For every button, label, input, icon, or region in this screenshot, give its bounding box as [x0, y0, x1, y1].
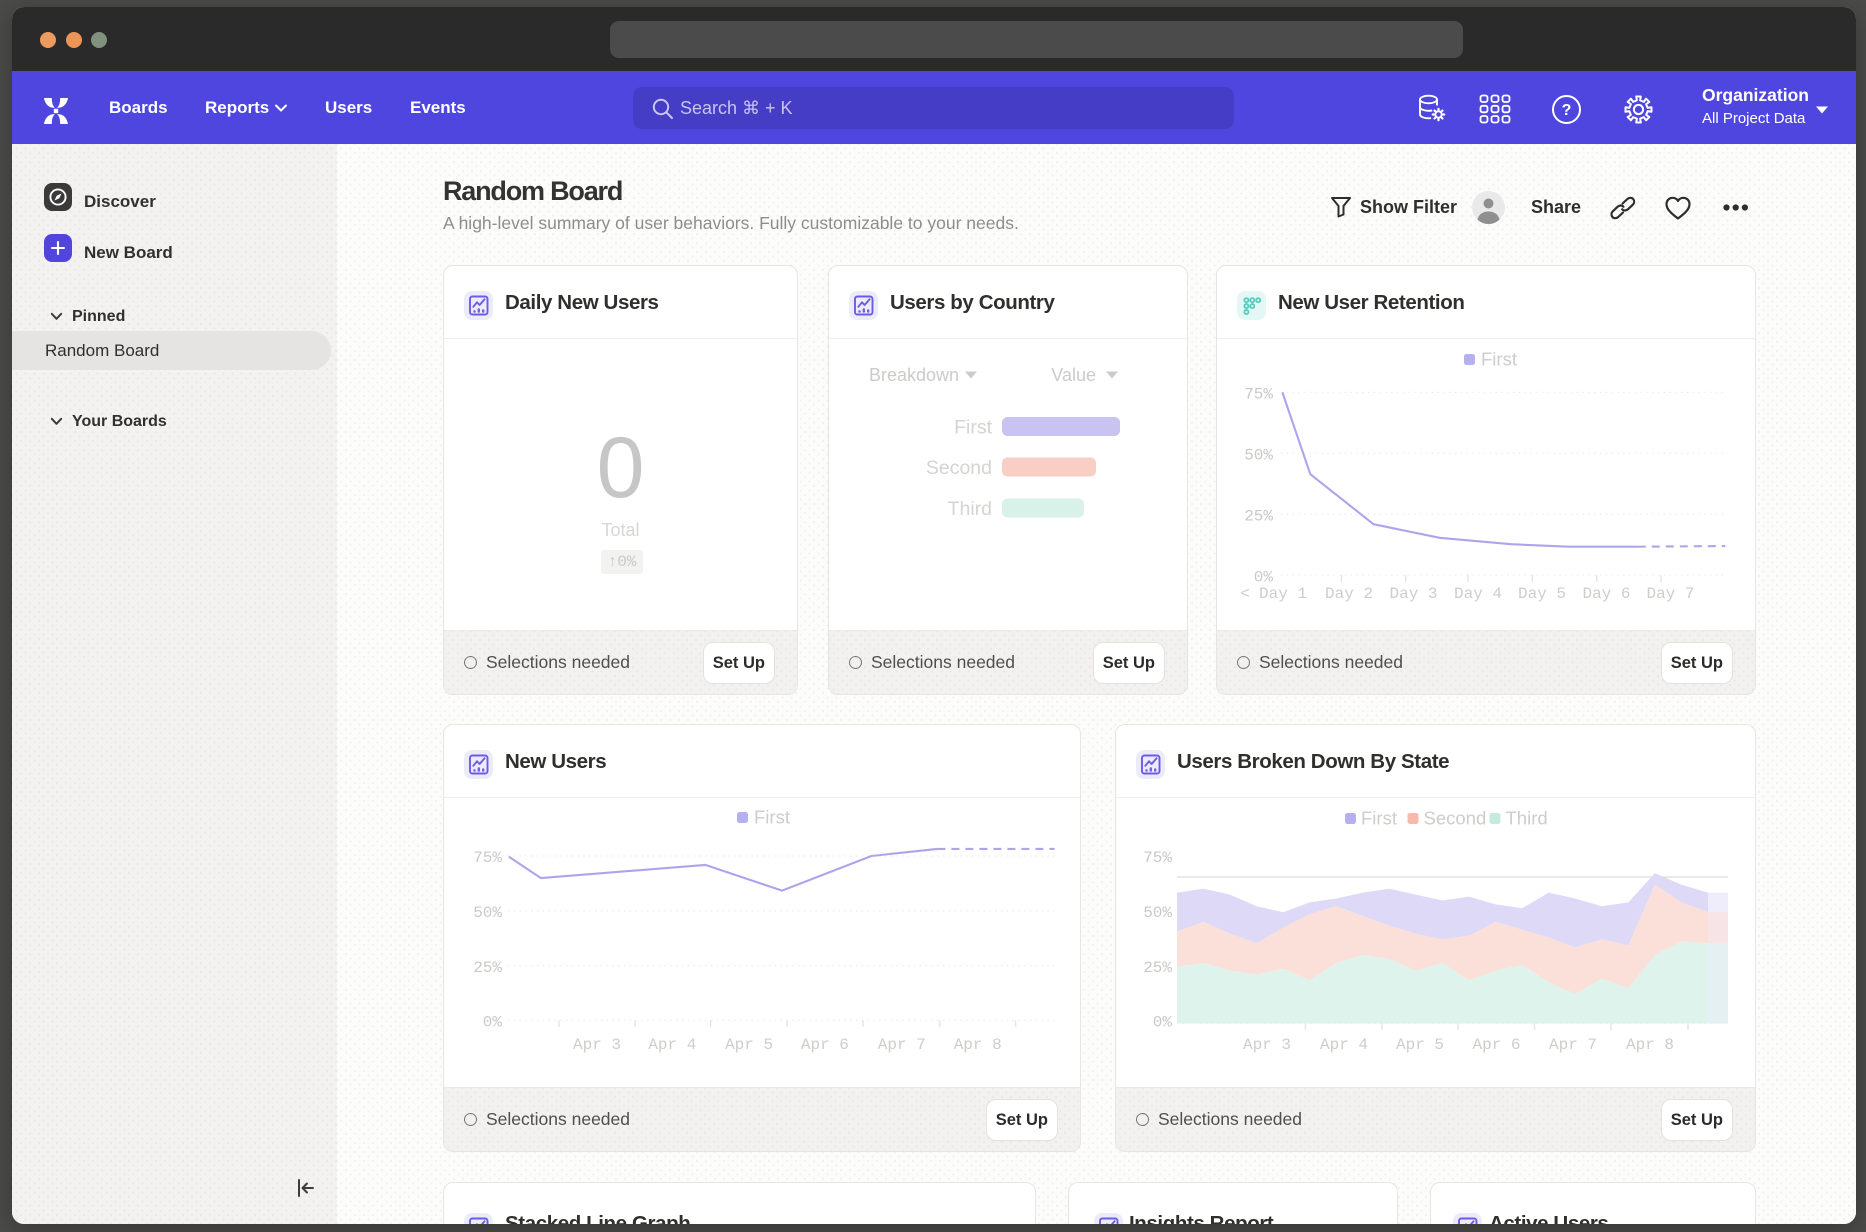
svg-text:?: ?	[1562, 102, 1572, 119]
svg-text:Day 4: Day 4	[1454, 585, 1502, 603]
svg-text:0%: 0%	[483, 1014, 503, 1032]
svg-text:50%: 50%	[1143, 904, 1172, 922]
svg-text:25%: 25%	[473, 959, 502, 977]
svg-text:Day 7: Day 7	[1646, 585, 1694, 603]
svg-text:First: First	[754, 807, 790, 828]
svg-text:Apr 5: Apr 5	[725, 1036, 773, 1054]
svg-text:Day 2: Day 2	[1325, 585, 1373, 603]
svg-text:Second: Second	[926, 457, 992, 479]
svg-text:Apr 6: Apr 6	[1472, 1036, 1520, 1054]
svg-text:First: First	[1361, 808, 1397, 829]
svg-text:Apr 7: Apr 7	[878, 1036, 926, 1054]
svg-text:Day 6: Day 6	[1582, 585, 1630, 603]
svg-text:Breakdown: Breakdown	[869, 365, 959, 385]
svg-text:75%: 75%	[1244, 386, 1273, 404]
svg-text:Apr 8: Apr 8	[954, 1036, 1002, 1054]
svg-text:Apr 7: Apr 7	[1549, 1036, 1597, 1054]
svg-text:Apr 5: Apr 5	[1396, 1036, 1444, 1054]
svg-text:Day 3: Day 3	[1389, 585, 1437, 603]
svg-text:50%: 50%	[473, 904, 502, 922]
svg-text:Apr 4: Apr 4	[648, 1036, 696, 1054]
svg-text:<: <	[1240, 585, 1250, 603]
svg-text:First: First	[1481, 349, 1517, 370]
svg-text:First: First	[954, 417, 992, 439]
svg-text:0%: 0%	[1254, 569, 1274, 587]
svg-text:50%: 50%	[1244, 447, 1273, 465]
svg-text:Apr 8: Apr 8	[1626, 1036, 1674, 1054]
svg-text:75%: 75%	[1143, 849, 1172, 867]
svg-text:75%: 75%	[473, 849, 502, 867]
svg-text:Value: Value	[1051, 365, 1096, 385]
svg-text:Third: Third	[1506, 808, 1548, 829]
svg-text:Day 1: Day 1	[1259, 585, 1307, 603]
svg-text:25%: 25%	[1244, 508, 1273, 526]
svg-text:0%: 0%	[1153, 1014, 1173, 1032]
svg-text:25%: 25%	[1143, 959, 1172, 977]
svg-text:Apr 3: Apr 3	[1243, 1036, 1291, 1054]
svg-text:Third: Third	[948, 498, 992, 520]
svg-text:Apr 6: Apr 6	[801, 1036, 849, 1054]
svg-text:Day 5: Day 5	[1518, 585, 1566, 603]
svg-text:Second: Second	[1424, 808, 1487, 829]
svg-text:Apr 4: Apr 4	[1320, 1036, 1368, 1054]
svg-text:Apr 3: Apr 3	[573, 1036, 621, 1054]
